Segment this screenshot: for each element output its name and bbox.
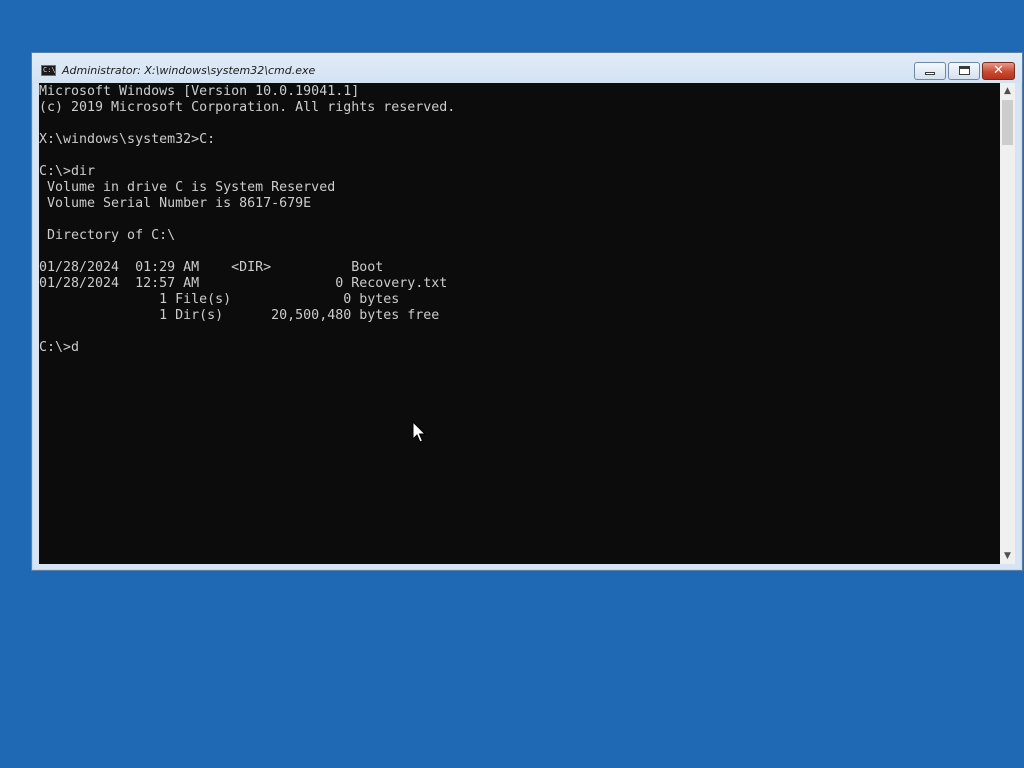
console-line: Microsoft Windows [Version 10.0.19041.1]: [39, 84, 360, 99]
console-line: C:\>d: [39, 340, 80, 355]
scrollbar-thumb[interactable]: [1002, 100, 1013, 145]
scroll-up-arrow-icon[interactable]: ▲: [1000, 84, 1015, 98]
cmd-window: C:\ Administrator: X:\windows\system32\c…: [31, 52, 1023, 571]
console-text: Microsoft Windows [Version 10.0.19041.1]…: [39, 83, 1000, 356]
minimize-icon: [925, 72, 935, 75]
cmd-app-icon: C:\: [41, 65, 56, 76]
console-line: Volume in drive C is System Reserved: [39, 180, 336, 195]
console-line: X:\windows\system32>C:: [39, 132, 216, 147]
maximize-button[interactable]: [948, 62, 980, 80]
close-button[interactable]: ✕: [982, 62, 1015, 80]
minimize-button[interactable]: [914, 62, 946, 80]
console-line: 1 File(s) 0 bytes: [39, 292, 400, 307]
mouse-pointer-icon: [412, 421, 426, 443]
console-line: (c) 2019 Microsoft Corporation. All righ…: [39, 100, 456, 115]
console-line: Volume Serial Number is 8617-679E: [39, 196, 312, 211]
console-line: Directory of C:\: [39, 228, 176, 243]
console-line: 01/28/2024 12:57 AM 0 Recovery.txt: [39, 276, 448, 291]
console-output[interactable]: Microsoft Windows [Version 10.0.19041.1]…: [39, 83, 1000, 564]
console-line: C:\>dir: [39, 164, 96, 179]
desktop-background: C:\ Administrator: X:\windows\system32\c…: [0, 0, 1024, 768]
vertical-scrollbar[interactable]: ▲ ▼: [1000, 83, 1015, 564]
close-icon: ✕: [993, 63, 1004, 78]
title-bar[interactable]: C:\ Administrator: X:\windows\system32\c…: [32, 53, 1022, 83]
scroll-down-arrow-icon[interactable]: ▼: [1000, 549, 1015, 563]
console-line: 01/28/2024 01:29 AM <DIR> Boot: [39, 260, 384, 275]
window-title: Administrator: X:\windows\system32\cmd.e…: [62, 64, 316, 77]
restore-icon: [959, 66, 970, 75]
console-line: 1 Dir(s) 20,500,480 bytes free: [39, 308, 440, 323]
